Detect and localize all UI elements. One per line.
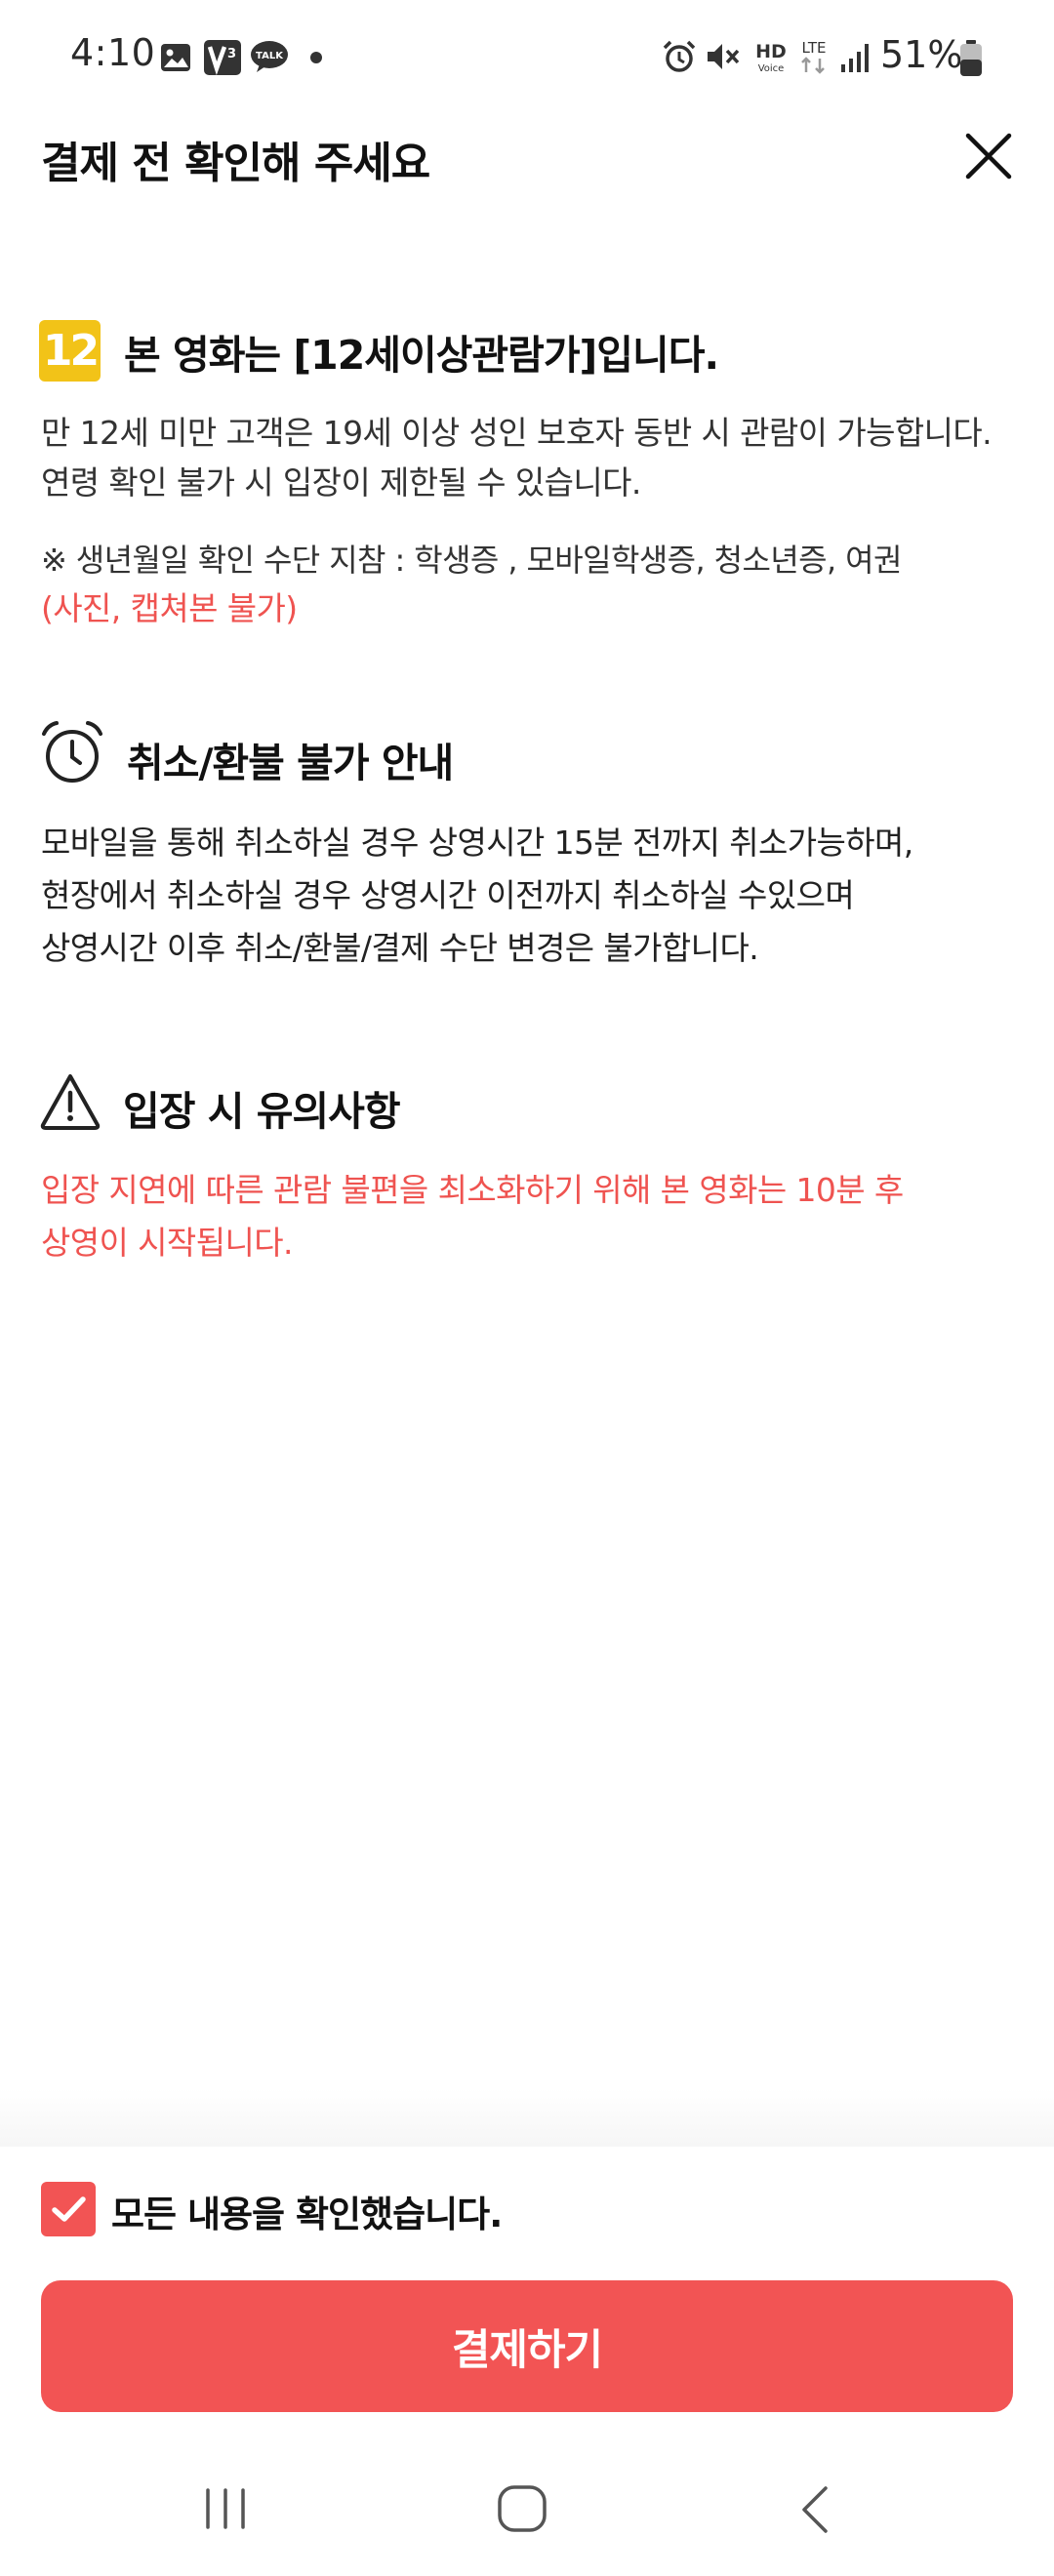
svg-text:LTE: LTE [802,39,827,57]
entry-text-line2: 상영이 시작됩니다. [41,1224,293,1262]
refund-text-line3: 상영시간 이후 취소/환불/결제 수단 변경은 불가합니다. [41,929,759,967]
alarm-clock-icon [42,721,102,783]
lte-icon: LTE [801,39,827,74]
app-v3-icon: 3 [204,40,241,75]
signal-icon [841,44,869,72]
status-bar: 4:10 3 TALK HD Voice LTE 51% [0,0,1054,115]
svg-text:Voice: Voice [758,63,785,74]
warning-icon [40,1074,101,1130]
gallery-icon [161,44,190,71]
battery-icon [960,40,982,76]
page-title: 결제 전 확인해 주세요 [41,139,430,188]
mute-icon [708,44,740,69]
refund-text-line1: 모바일을 통해 취소하실 경우 상영시간 15분 전까지 취소가능하며, [41,824,913,862]
checkmark-icon [52,2196,86,2222]
home-icon[interactable] [494,2482,550,2535]
close-icon[interactable] [959,127,1018,185]
svg-text:HD: HD [755,41,787,62]
svg-text:TALK: TALK [256,51,284,61]
svg-text:3: 3 [227,47,236,61]
pay-button[interactable]: 결제하기 [41,2280,1013,2412]
entry-title: 입장 시 유의사항 [123,1088,401,1135]
rating-text-line1: 만 12세 미만 고객은 19세 이상 성인 보호자 동반 시 관람이 가능합니… [41,414,993,452]
battery-percentage: 51% [880,33,963,76]
age-12-badge: 12 [39,320,101,382]
rating-text-line2: 연령 확인 불가 시 입장이 제한될 수 있습니다. [41,463,641,502]
refund-text-line2: 현장에서 취소하실 경우 상영시간 이전까지 취소하실 수있으며 [41,876,855,914]
confirm-label[interactable]: 모든 내용을 확인했습니다. [111,2185,503,2237]
recent-apps-icon[interactable] [200,2486,251,2531]
notification-dot-icon [310,52,322,63]
hd-voice-icon: HD Voice [755,41,787,74]
bottom-shadow [0,2088,1054,2147]
confirm-checkbox[interactable] [41,2182,96,2236]
status-time: 4:10 [70,31,156,74]
alarm-icon [663,40,696,72]
id-requirement-note: ※ 생년월일 확인 수단 지참 : 학생증 , 모바일학생증, 청소년증, 여권 [41,542,902,579]
id-requirement-warning: (사진, 캡쳐본 불가) [41,589,298,627]
rating-title: 본 영화는 [12세이상관람가]입니다. [124,332,719,379]
kakaotalk-icon: TALK [251,41,288,72]
refund-title: 취소/환불 불가 안내 [127,740,454,786]
back-icon[interactable] [796,2484,835,2535]
entry-text-line1: 입장 지연에 따른 관람 불편을 최소화하기 위해 본 영화는 10분 후 [41,1171,904,1209]
